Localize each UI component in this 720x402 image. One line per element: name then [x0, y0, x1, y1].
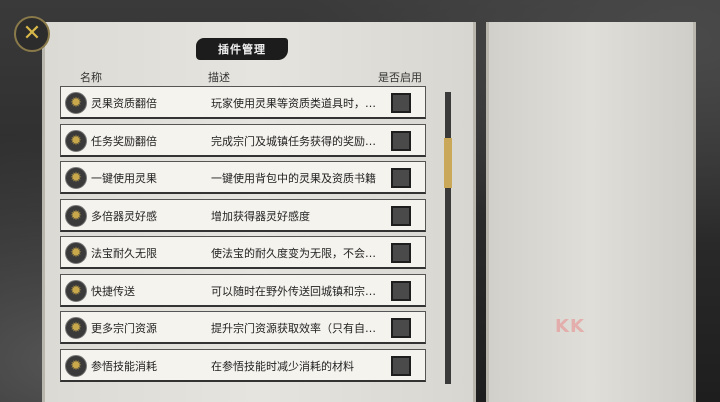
plugin-row[interactable]: ✹ 更多宗门资源 提升宗门资源获取效率（只有自…: [60, 311, 426, 344]
plugin-desc: 一键使用背包中的灵果及资质书籍: [211, 172, 376, 185]
gear-icon: ✹: [65, 354, 87, 377]
plugin-row[interactable]: ✹ 参悟技能消耗 在参悟技能时减少消耗的材料: [60, 348, 426, 382]
plugin-list[interactable]: ✹ 灵果资质翻倍 玩家使用灵果等资质类道具时，… ✹ 任务奖励翻倍 完成宗门及城…: [60, 86, 426, 386]
plugin-desc: 可以随时在野外传送回城镇和宗…: [211, 284, 376, 298]
plugin-row[interactable]: ✹ 灵果资质翻倍 玩家使用灵果等资质类道具时，…: [60, 86, 426, 119]
plugin-desc: 提升宗门资源获取效率（只有自…: [211, 322, 376, 335]
enable-checkbox[interactable]: [391, 355, 411, 376]
plugin-desc: 使法宝的耐久度变为无限，不会…: [211, 247, 376, 260]
gear-icon: ✹: [65, 92, 87, 114]
plugin-row[interactable]: ✹ 任务奖励翻倍 完成宗门及城镇任务获得的奖励…: [60, 123, 426, 157]
scrollbar-thumb[interactable]: [444, 138, 452, 188]
watermark: KK: [555, 316, 585, 337]
enable-checkbox[interactable]: [391, 243, 411, 263]
plugin-row[interactable]: ✹ 一键使用灵果 一键使用背包中的灵果及资质书籍: [60, 161, 426, 194]
plugin-name: 灵果资质翻倍: [91, 97, 157, 110]
enable-checkbox[interactable]: [391, 318, 411, 338]
plugin-name: 快捷传送: [91, 284, 135, 298]
plugin-name: 法宝耐久无限: [91, 247, 157, 260]
detail-panel: [486, 22, 696, 402]
enable-checkbox[interactable]: [391, 280, 411, 301]
close-x-icon: ✕: [22, 21, 42, 46]
plugin-row[interactable]: ✹ 快捷传送 可以随时在野外传送回城镇和宗…: [60, 273, 426, 307]
gear-icon: ✹: [65, 167, 87, 189]
plugin-name: 更多宗门资源: [91, 322, 157, 335]
plugin-desc: 完成宗门及城镇任务获得的奖励…: [211, 134, 376, 148]
gear-icon: ✹: [65, 204, 87, 227]
scrollbar-track[interactable]: [445, 92, 451, 384]
gear-icon: ✹: [65, 242, 87, 264]
gear-icon: ✹: [65, 317, 87, 339]
enable-checkbox[interactable]: [391, 168, 411, 188]
close-button[interactable]: ✕: [14, 16, 50, 52]
gear-icon: ✹: [65, 279, 87, 302]
column-header-enable: 是否启用: [378, 71, 422, 84]
plugin-desc: 在参悟技能时减少消耗的材料: [211, 359, 354, 373]
plugin-desc: 玩家使用灵果等资质类道具时，…: [211, 97, 376, 110]
gear-icon: ✹: [65, 129, 87, 152]
plugin-name: 一键使用灵果: [91, 172, 157, 185]
plugin-name: 参悟技能消耗: [91, 359, 157, 373]
plugin-name: 任务奖励翻倍: [91, 134, 157, 148]
plugin-row[interactable]: ✹ 多倍器灵好感 增加获得器灵好感度: [60, 198, 426, 232]
enable-checkbox[interactable]: [391, 130, 411, 151]
panel-title: 插件管理: [196, 38, 288, 60]
plugin-desc: 增加获得器灵好感度: [211, 209, 310, 223]
enable-checkbox[interactable]: [391, 205, 411, 226]
plugin-name: 多倍器灵好感: [91, 209, 157, 223]
enable-checkbox[interactable]: [391, 93, 411, 113]
column-header-name: 名称: [80, 71, 102, 84]
plugin-row[interactable]: ✹ 法宝耐久无限 使法宝的耐久度变为无限，不会…: [60, 236, 426, 269]
column-header-desc: 描述: [208, 71, 230, 84]
